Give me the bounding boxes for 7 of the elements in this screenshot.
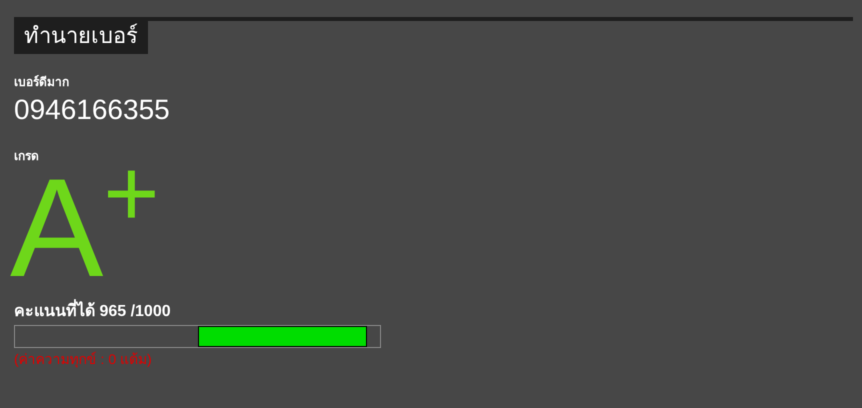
section-title: ทำนายเบอร์ bbox=[14, 21, 148, 54]
grade-label: เกรด bbox=[14, 148, 39, 164]
phone-number: 0946166355 bbox=[14, 94, 171, 126]
grade-modifier: + bbox=[103, 154, 160, 234]
score-note: (ค่าความทุกข์ : 0 แต้ม) bbox=[14, 351, 152, 367]
grade-letter: A bbox=[10, 164, 104, 292]
number-label: เบอร์ดีมาก bbox=[14, 74, 69, 90]
